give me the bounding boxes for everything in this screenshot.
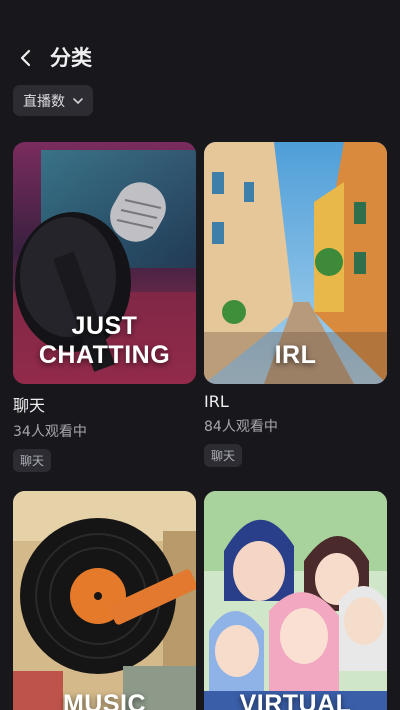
vinyl-record-image — [13, 491, 196, 710]
anime-characters-image — [204, 491, 387, 710]
chevron-left-icon — [20, 49, 31, 67]
chevron-down-icon — [73, 97, 83, 104]
top-bar: 分类 — [0, 38, 400, 78]
viewer-count: 84人观看中 — [204, 419, 278, 435]
category-thumbnail-label: IRL — [274, 341, 317, 369]
category-card-just-chatting[interactable]: JUST CHATTING 聊天 34人观看中 聊天 — [13, 142, 196, 472]
category-tag[interactable]: 聊天 — [204, 444, 243, 467]
sort-dropdown[interactable]: 直播数 — [13, 85, 93, 116]
category-card-virtual[interactable]: VIRTUAL — [204, 491, 387, 710]
sort-dropdown-label: 直播数 — [23, 93, 65, 110]
back-button[interactable] — [12, 44, 40, 72]
category-thumbnail[interactable]: JUST CHATTING — [13, 142, 196, 384]
category-thumbnail-label: JUST CHATTING — [38, 312, 171, 369]
category-thumbnail[interactable]: IRL — [204, 142, 387, 384]
category-thumbnail-label: MUSIC — [62, 690, 147, 710]
page-title: 分类 — [50, 46, 92, 70]
category-tag[interactable]: 聊天 — [13, 449, 52, 472]
category-thumbnail[interactable]: MUSIC — [13, 491, 196, 710]
category-card-irl[interactable]: IRL IRL 84人观看中 聊天 — [204, 142, 387, 467]
category-name: 聊天 — [13, 396, 46, 415]
category-name: IRL — [204, 392, 229, 411]
category-thumbnail[interactable]: VIRTUAL — [204, 491, 387, 710]
category-card-music[interactable]: MUSIC — [13, 491, 196, 710]
viewer-count: 34人观看中 — [13, 424, 87, 440]
category-thumbnail-label: VIRTUAL — [239, 690, 352, 710]
